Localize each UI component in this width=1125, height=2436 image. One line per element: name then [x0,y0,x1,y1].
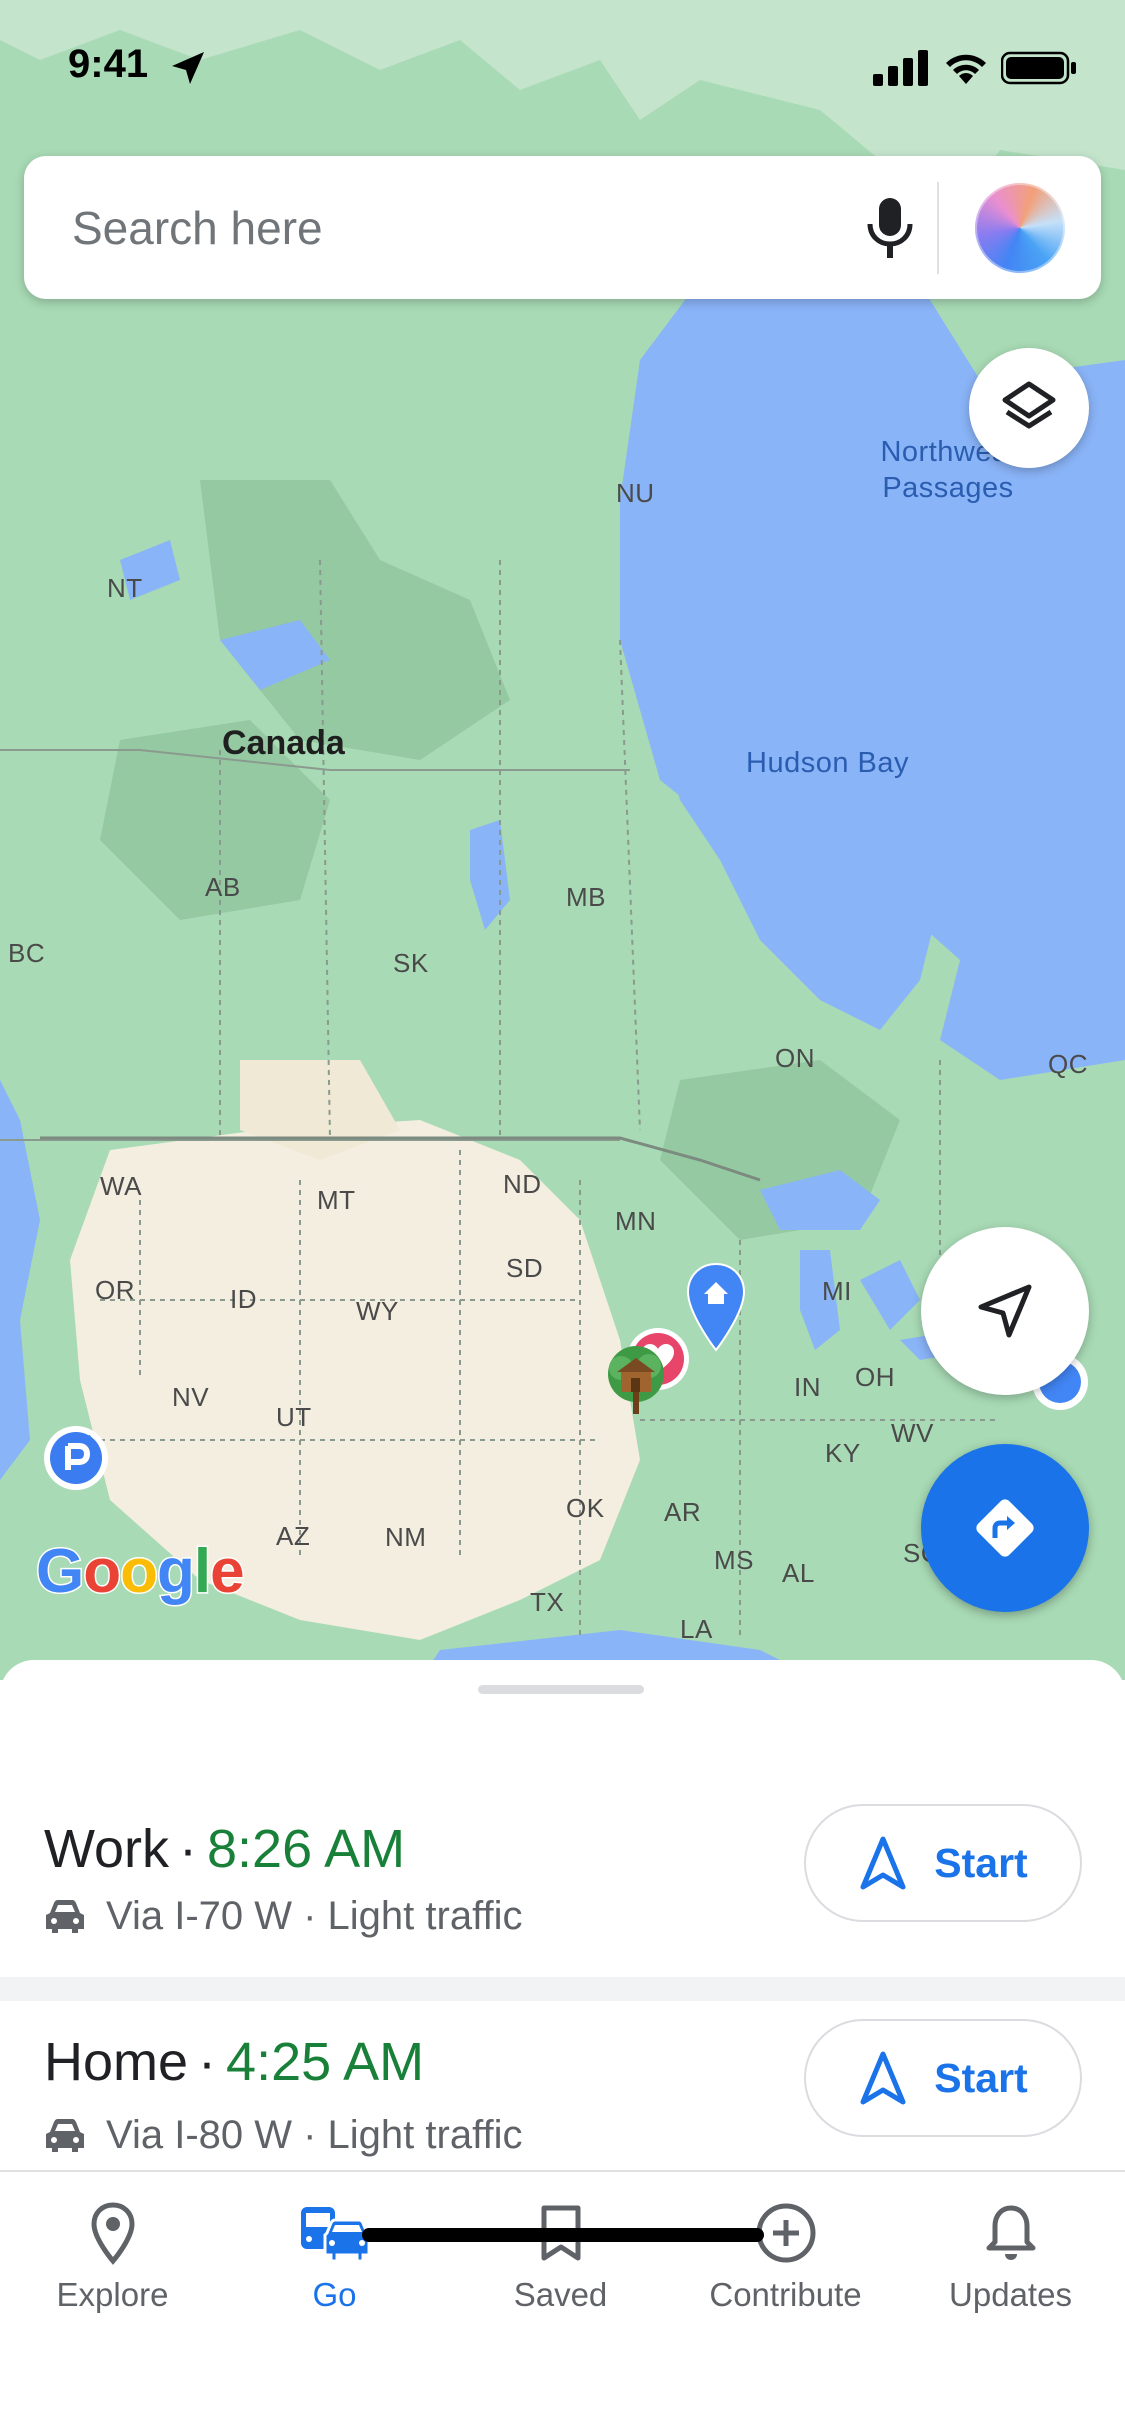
map-label-on: ON [775,1043,815,1073]
map-label-nd: ND [503,1169,542,1199]
location-arrow-icon [172,52,204,84]
microphone-icon[interactable] [862,194,918,264]
trip-title: Home · 4:25 AM [44,2031,424,2093]
map-label-nv: NV [172,1382,210,1412]
map-label-sk: SK [393,948,429,978]
map-label-qc: QC [1048,1049,1088,1079]
map-label-az: AZ [276,1521,311,1551]
home-pin-icon[interactable] [686,1262,746,1357]
map-label-nt: NT [107,573,143,603]
map-label-ms: MS [714,1545,754,1575]
trip-destination: Home [44,2032,189,2092]
map-label-ok: OK [566,1493,605,1523]
map-label-ky: KY [825,1438,861,1468]
directions-icon [976,1499,1034,1557]
map-label-tx: TX [530,1587,565,1617]
start-label: Start [934,2054,1028,2101]
map-label-id: ID [230,1284,257,1314]
map-label-ab: AB [205,872,241,902]
trip-card-work[interactable]: Work · 8:26 AM Via I-70 W · Light traffic … [0,1750,1125,2000]
trip-separator: · [198,2032,217,2092]
cellular-signal-icon [873,50,928,86]
sheet-divider [0,1977,1125,2001]
search-input[interactable] [72,196,832,260]
map-label-ar: AR [664,1497,702,1527]
map-label-mb: MB [566,882,606,912]
map-label-wv: WV [891,1418,934,1448]
sheet-drag-handle[interactable] [478,1685,644,1694]
commute-sheet[interactable]: Work · 8:26 AM Via I-70 W · Light traffic … [0,1660,1125,2176]
nav-explore[interactable]: Explore [0,2198,225,2328]
map-label-canada[interactable]: Canada [222,724,345,763]
nav-label: Go [312,2276,357,2313]
directions-button[interactable] [921,1444,1089,1612]
map-label-bc: BC [8,938,46,968]
trip-card-home[interactable]: Home · 4:25 AM Via I-80 W · Light traffic … [0,2001,1125,2176]
map-label-sd: SD [506,1253,544,1283]
trip-route: Via I-70 W · Light traffic [44,1894,522,1939]
start-label: Start [934,1839,1028,1886]
map-label-mt: MT [317,1185,356,1215]
navigation-arrow-icon [978,1284,1032,1338]
map-label-or: OR [95,1275,135,1305]
nav-contribute[interactable]: Contribute [673,2198,898,2328]
nav-go[interactable]: Go [222,2198,447,2328]
search-bar[interactable] [24,156,1101,299]
home-indicator[interactable] [362,2228,764,2242]
map-label-mi: MI [822,1276,852,1306]
navigate-icon [860,1836,906,1890]
map-label-mn: MN [615,1206,657,1236]
map-label-la: LA [680,1614,713,1644]
trip-title: Work · 8:26 AM [44,1818,405,1880]
map-label-wa: WA [100,1171,142,1201]
avatar[interactable] [975,183,1065,273]
map-label-hudson-bay: Hudson Bay [746,747,909,779]
search-divider [937,182,939,274]
trip-destination: Work [44,1819,170,1879]
map-label-al: AL [782,1558,815,1588]
parking-pin-icon[interactable] [42,1424,110,1497]
status-icons [873,50,1077,86]
wifi-icon [946,54,986,84]
start-work-button[interactable]: Start [804,1804,1082,1922]
status-bar: 9:41 [0,0,1125,140]
trip-route-text: Via I-70 W · Light traffic [106,1894,523,1938]
map-label-ut: UT [276,1402,312,1432]
commute-icon [300,2207,370,2263]
location-pin-icon [90,2202,135,2265]
treehouse-pin-icon[interactable] [603,1346,669,1421]
nav-updates[interactable]: Updates [898,2198,1123,2328]
bell-icon [986,2205,1035,2260]
trip-eta: 4:25 AM [226,2032,425,2092]
nav-saved[interactable]: Saved [448,2198,673,2328]
trip-separator: · [179,1819,197,1879]
car-icon [46,1899,84,1933]
start-home-button[interactable]: Start [804,2019,1082,2137]
map-label-oh: OH [855,1362,895,1392]
nav-label: Saved [513,2276,608,2313]
status-time: 9:41 [68,42,149,86]
map-label-nm: NM [385,1522,427,1552]
map-label-nu: NU [616,478,655,508]
battery-icon [1001,51,1076,85]
nav-label: Contribute [709,2276,862,2313]
layers-button[interactable] [969,348,1089,468]
trip-eta: 8:26 AM [207,1819,406,1879]
car-icon [46,2118,84,2152]
map-label-wy: WY [356,1296,399,1326]
map-label-in: IN [794,1372,821,1402]
nav-label: Explore [56,2276,169,2313]
navigate-icon [860,2051,906,2105]
google-logo: Google [34,1536,246,1608]
trip-route-text: Via I-80 W · Light traffic [106,2113,523,2157]
recenter-button[interactable] [921,1227,1089,1395]
layers-icon [1002,381,1056,429]
bottom-navigation: Explore Go Saved Contribute Updates [0,2170,1125,2436]
nav-label: Updates [949,2276,1072,2313]
trip-route: Via I-80 W · Light traffic [44,2113,522,2158]
